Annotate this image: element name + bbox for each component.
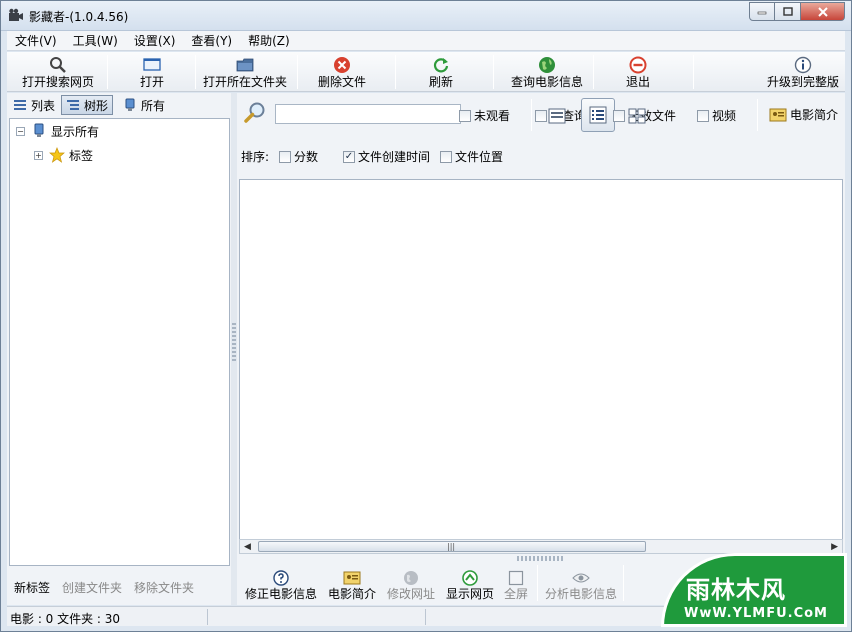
window-controls bbox=[749, 2, 845, 21]
query-movie-info-button[interactable]: 查询电影信息 bbox=[499, 52, 595, 92]
minimize-button[interactable] bbox=[749, 2, 775, 21]
fix-movie-info-button[interactable]: 修正电影信息 bbox=[243, 563, 319, 603]
tab-all[interactable]: 所有 bbox=[119, 95, 169, 115]
up-arrow-icon bbox=[461, 569, 479, 587]
menu-settings[interactable]: 设置(X) bbox=[126, 32, 184, 49]
window-icon bbox=[142, 55, 162, 75]
unwatched-checkbox[interactable]: 未观看 bbox=[459, 107, 510, 124]
movie-intro-button[interactable]: 电影简介 bbox=[325, 563, 379, 603]
open-search-page-button[interactable]: 打开搜索网页 bbox=[13, 52, 103, 92]
magnifier-icon bbox=[244, 102, 265, 123]
help-icon bbox=[272, 569, 290, 587]
close-button[interactable] bbox=[801, 2, 845, 21]
maximize-button[interactable] bbox=[775, 2, 801, 21]
status-text: 电影 : 0 文件夹 : 30 bbox=[10, 612, 121, 626]
scroll-right-icon[interactable]: ▶ bbox=[831, 542, 838, 552]
camera-app-icon bbox=[9, 8, 23, 21]
eye-icon bbox=[572, 569, 590, 587]
id-card-icon bbox=[343, 569, 361, 587]
refresh-icon bbox=[431, 55, 451, 75]
scroll-thumb[interactable]: ||| bbox=[258, 541, 646, 552]
info-icon bbox=[793, 55, 813, 75]
computer-icon bbox=[34, 123, 44, 137]
analyze-movie-info-button[interactable]: 分析电影信息 bbox=[543, 563, 619, 603]
watermark-url: WwW.YLMFU.CoM bbox=[684, 606, 828, 621]
tree-item-tags[interactable]: + 标签 bbox=[34, 145, 93, 165]
no-entry-icon bbox=[628, 55, 648, 75]
edit-url-button[interactable]: 修改网址 bbox=[383, 563, 439, 603]
sort-label: 排序: bbox=[241, 150, 270, 164]
search-input[interactable] bbox=[275, 104, 461, 124]
menu-file[interactable]: 文件(V) bbox=[7, 32, 65, 49]
tree-item-show-all[interactable]: − 显示所有 bbox=[16, 121, 99, 141]
left-panel: 列表 树形 所有 − 显示所有 + 标签 新标签 创建文件夹 移除文件夹 bbox=[7, 93, 231, 605]
sort-created-time-checkbox[interactable]: ✓ 文件创建时间 bbox=[343, 148, 430, 165]
maximize-icon bbox=[782, 7, 793, 16]
right-panel: 未观看 未查询 无效文件 视频 电影简介 排序: 分数 ✓ 文件创建时间 文件位… bbox=[237, 93, 845, 605]
fullscreen-button[interactable]: 全屏 bbox=[499, 563, 533, 603]
grid-view-icon[interactable] bbox=[628, 107, 646, 125]
folder-tree: − 显示所有 + 标签 bbox=[9, 118, 230, 566]
menu-help[interactable]: 帮助(Z) bbox=[240, 32, 298, 49]
create-folder-button[interactable]: 创建文件夹 bbox=[62, 579, 122, 596]
left-bottom-bar: 新标签 创建文件夹 移除文件夹 bbox=[7, 573, 231, 601]
menu-bar: 文件(V) 工具(W) 设置(X) 查看(Y) 帮助(Z) bbox=[7, 31, 845, 51]
list-icon bbox=[13, 98, 27, 112]
computer-icon bbox=[123, 98, 137, 112]
movie-intro-toggle[interactable]: 电影简介 bbox=[769, 106, 838, 123]
minimize-icon bbox=[757, 11, 767, 14]
upgrade-button[interactable]: 升级到完整版 bbox=[761, 52, 845, 92]
bottom-splitter-grip[interactable] bbox=[517, 556, 565, 561]
video-checkbox[interactable]: 视频 bbox=[697, 107, 736, 124]
tab-tree[interactable]: 树形 bbox=[61, 95, 114, 115]
delete-icon bbox=[332, 55, 352, 75]
movie-list-area[interactable] bbox=[239, 179, 843, 553]
menu-tools[interactable]: 工具(W) bbox=[65, 32, 126, 49]
star-icon bbox=[49, 147, 65, 163]
search-bar: 未观看 未查询 无效文件 视频 电影简介 bbox=[237, 93, 845, 135]
search-icon bbox=[48, 55, 68, 75]
open-button[interactable]: 打开 bbox=[119, 52, 185, 92]
detail-view-button[interactable] bbox=[581, 98, 615, 132]
open-folder-button[interactable]: 打开所在文件夹 bbox=[201, 52, 289, 92]
title-bar: 影藏者-(1.0.4.56) bbox=[1, 1, 851, 31]
menu-view[interactable]: 查看(Y) bbox=[183, 32, 240, 49]
new-tag-button[interactable]: 新标签 bbox=[14, 579, 50, 596]
app-window: 影藏者-(1.0.4.56) 文件(V) 工具(W) 设置(X) 查看(Y) 帮… bbox=[0, 0, 852, 632]
exit-button[interactable]: 退出 bbox=[605, 52, 671, 92]
watermark-title: 雨林木风 bbox=[686, 575, 786, 604]
tab-list[interactable]: 列表 bbox=[9, 95, 59, 115]
collapse-icon[interactable]: − bbox=[16, 126, 25, 136]
main-toolbar: 打开搜索网页 打开 打开所在文件夹 删除文件 刷新 查询电影信息 退出 升级到完… bbox=[7, 52, 845, 92]
window-title: 影藏者-(1.0.4.56) bbox=[29, 10, 129, 24]
checkmark-icon: ✓ bbox=[343, 150, 355, 163]
globe-icon bbox=[402, 569, 420, 587]
delete-file-button[interactable]: 删除文件 bbox=[309, 52, 375, 92]
list-view-icon[interactable] bbox=[548, 107, 566, 125]
detail-list-icon bbox=[589, 106, 607, 124]
tree-view-icon bbox=[66, 98, 80, 112]
close-icon bbox=[817, 6, 828, 17]
refresh-button[interactable]: 刷新 bbox=[407, 52, 475, 92]
show-page-button[interactable]: 显示网页 bbox=[443, 563, 497, 603]
view-mode-tabs: 列表 树形 所有 bbox=[7, 93, 231, 117]
horizontal-scrollbar[interactable]: ◀ ||| ▶ bbox=[239, 539, 843, 554]
folder-icon bbox=[235, 55, 255, 75]
remove-folder-button[interactable]: 移除文件夹 bbox=[134, 579, 194, 596]
globe-icon bbox=[537, 55, 557, 75]
expand-icon[interactable]: + bbox=[34, 150, 43, 160]
sort-bar: 排序: 分数 ✓ 文件创建时间 文件位置 bbox=[237, 143, 845, 165]
scroll-left-icon[interactable]: ◀ bbox=[244, 542, 251, 552]
fullscreen-icon bbox=[507, 569, 525, 587]
id-card-icon bbox=[769, 108, 787, 121]
sort-location-checkbox[interactable]: 文件位置 bbox=[440, 148, 503, 165]
sort-score-checkbox[interactable]: 分数 bbox=[279, 148, 318, 165]
